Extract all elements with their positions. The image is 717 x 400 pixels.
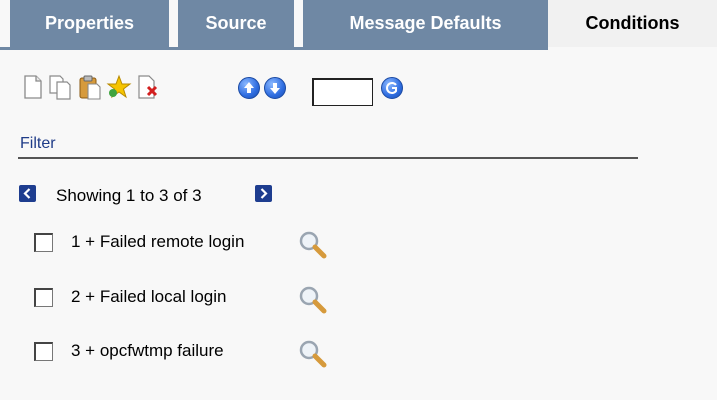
position-input[interactable] xyxy=(312,78,373,106)
magnifier-icon[interactable] xyxy=(297,338,327,368)
pager-status: Showing 1 to 3 of 3 xyxy=(56,186,202,205)
tab-source[interactable]: Source xyxy=(178,0,294,47)
tab-underline xyxy=(0,47,548,50)
condition-label: 3 + opcfwtmp failure xyxy=(71,341,224,360)
delete-icon[interactable] xyxy=(136,74,160,100)
condition-checkbox[interactable] xyxy=(34,342,53,361)
next-page-icon[interactable] xyxy=(255,185,272,202)
paste-icon[interactable] xyxy=(78,74,102,100)
favorite-star-icon[interactable] xyxy=(106,74,132,100)
copy-icon[interactable] xyxy=(48,74,74,100)
condition-row: 1 + Failed remote login xyxy=(34,229,434,259)
toolbar xyxy=(0,70,717,110)
conditions-panel: Properties Source Message Defaults Condi… xyxy=(0,0,717,400)
tab-properties[interactable]: Properties xyxy=(10,0,169,47)
condition-label: 1 + Failed remote login xyxy=(71,232,245,251)
tab-conditions[interactable]: Conditions xyxy=(548,0,717,47)
tab-bar: Properties Source Message Defaults Condi… xyxy=(0,0,717,50)
move-up-icon[interactable] xyxy=(238,77,260,99)
move-down-icon[interactable] xyxy=(264,77,286,99)
filter-link[interactable]: Filter xyxy=(20,135,56,153)
condition-checkbox[interactable] xyxy=(34,288,53,307)
condition-checkbox[interactable] xyxy=(34,233,53,252)
go-icon[interactable] xyxy=(381,77,403,99)
magnifier-icon[interactable] xyxy=(297,284,327,314)
magnifier-icon[interactable] xyxy=(297,229,327,259)
condition-row: 2 + Failed local login xyxy=(34,284,434,314)
filter-divider xyxy=(18,157,638,159)
previous-page-icon[interactable] xyxy=(19,185,36,202)
condition-label: 2 + Failed local login xyxy=(71,287,227,306)
condition-row: 3 + opcfwtmp failure xyxy=(34,338,434,368)
new-icon[interactable] xyxy=(22,74,44,100)
tab-message-defaults[interactable]: Message Defaults xyxy=(303,0,548,47)
pager: Showing 1 to 3 of 3 xyxy=(19,183,419,207)
